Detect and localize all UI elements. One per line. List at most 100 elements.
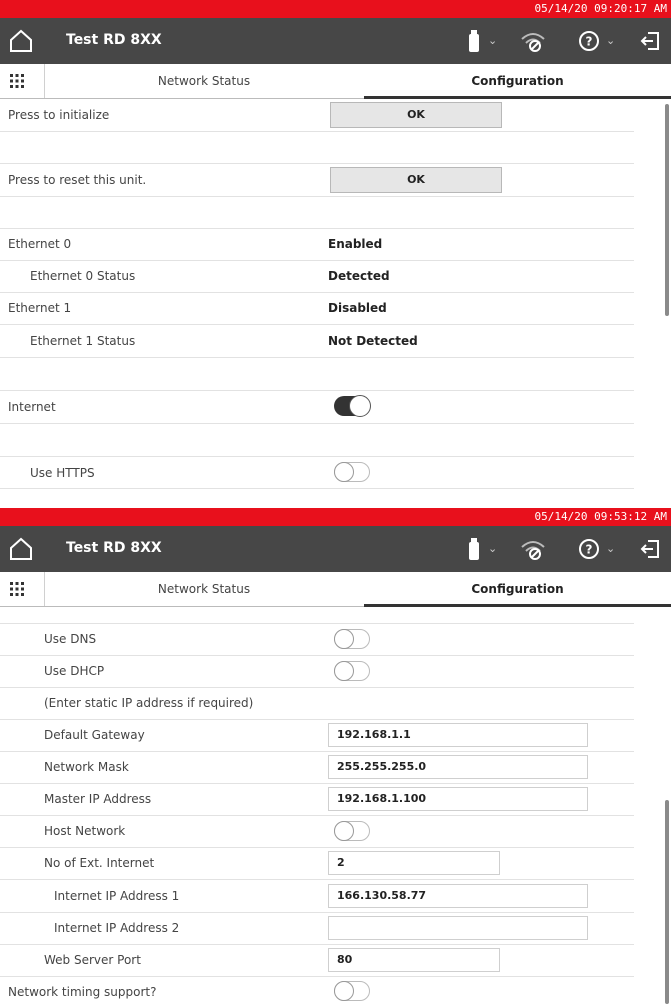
- app-header: Test RD 8XX ⌄ ? ⌄: [0, 18, 671, 64]
- dns-toggle[interactable]: [334, 629, 370, 649]
- help-icon[interactable]: ?: [578, 30, 600, 52]
- list-item: Press to initialize OK: [0, 99, 634, 132]
- eth0-label: Ethernet 0: [8, 237, 72, 251]
- internet-label: Internet: [8, 400, 56, 414]
- chevron-down-icon[interactable]: ⌄: [488, 542, 497, 555]
- scrollbar[interactable]: [665, 104, 669, 316]
- help-icon[interactable]: ?: [578, 538, 600, 560]
- signal-off-icon[interactable]: [520, 538, 546, 560]
- tab-configuration-label: Configuration: [471, 74, 564, 88]
- master-ip-input[interactable]: 192.168.1.100: [328, 787, 588, 811]
- eth1-status-value: Not Detected: [328, 334, 418, 348]
- list-item: Master IP Address 192.168.1.100: [0, 783, 634, 816]
- home-icon[interactable]: [8, 29, 34, 53]
- list-item: Use DNS: [0, 623, 634, 656]
- app-header: Test RD 8XX ⌄ ? ⌄: [0, 526, 671, 572]
- usb-icon[interactable]: [469, 30, 479, 52]
- dhcp-label: Use DHCP: [44, 664, 105, 678]
- list-item-spacer: [0, 131, 634, 164]
- ext-internet-input[interactable]: 2: [328, 851, 500, 875]
- list-item-spacer: [0, 196, 634, 229]
- list-item: Ethernet 0 Enabled: [0, 228, 634, 261]
- usb-icon[interactable]: [469, 538, 479, 560]
- grid-menu-icon[interactable]: [10, 74, 24, 88]
- dhcp-toggle[interactable]: [334, 661, 370, 681]
- tab-configuration[interactable]: Configuration: [364, 64, 671, 99]
- svg-text:?: ?: [586, 543, 593, 557]
- list-item: Press to reset this unit. OK: [0, 163, 634, 197]
- list-item: Ethernet 0 Status Detected: [0, 260, 634, 293]
- signal-off-icon[interactable]: [520, 30, 546, 52]
- list-item: No of Ext. Internet 2: [0, 847, 634, 880]
- ext-internet-label: No of Ext. Internet: [44, 856, 155, 870]
- internet-ip1-label: Internet IP Address 1: [54, 889, 180, 903]
- list-item: Internet: [0, 390, 634, 424]
- tab-bar: Network Status Configuration: [0, 572, 671, 607]
- tab-network-status[interactable]: Network Status: [44, 572, 364, 606]
- chevron-down-icon[interactable]: ⌄: [606, 542, 615, 555]
- list-item: Ethernet 1 Status Not Detected: [0, 324, 634, 358]
- eth1-value: Disabled: [328, 301, 387, 315]
- timing-label: Network timing support?: [8, 985, 157, 999]
- timing-toggle[interactable]: [334, 981, 370, 1001]
- mask-input[interactable]: 255.255.255.0: [328, 755, 588, 779]
- scrollbar[interactable]: [665, 800, 669, 1004]
- internet-ip1-input[interactable]: 166.130.58.77: [328, 884, 588, 908]
- master-ip-label: Master IP Address: [44, 792, 152, 806]
- dns-label: Use DNS: [44, 632, 97, 646]
- internet-ip2-input[interactable]: [328, 916, 588, 940]
- home-icon[interactable]: [8, 537, 34, 561]
- list-item: Network Mask 255.255.255.0: [0, 751, 634, 784]
- list-item: Web Server Port 80: [0, 944, 634, 977]
- chevron-down-icon[interactable]: ⌄: [606, 34, 615, 47]
- web-port-label: Web Server Port: [44, 953, 141, 967]
- mask-label: Network Mask: [44, 760, 129, 774]
- list-item: Internet IP Address 2: [0, 912, 634, 945]
- tab-configuration[interactable]: Configuration: [364, 572, 671, 607]
- exit-icon[interactable]: [640, 30, 660, 52]
- list-item: Host Network: [0, 815, 634, 848]
- tab-network-status[interactable]: Network Status: [44, 64, 364, 98]
- device-title: Test RD 8XX: [66, 540, 162, 556]
- host-network-toggle[interactable]: [334, 821, 370, 841]
- host-network-label: Host Network: [44, 824, 126, 838]
- screen-bottom: 05/14/20 09:53:12 AM Test RD 8XX ⌄ ? ⌄ N…: [0, 508, 671, 1004]
- tab-configuration-label: Configuration: [471, 582, 564, 596]
- eth0-status-label: Ethernet 0 Status: [30, 269, 136, 283]
- gateway-input[interactable]: 192.168.1.1: [328, 723, 588, 747]
- list-item: (Enter static IP address if required): [0, 687, 634, 720]
- list-item: Ethernet 1 Disabled: [0, 292, 634, 325]
- list-item-spacer: [0, 357, 634, 391]
- list-item-spacer: [0, 607, 634, 624]
- gateway-label: Default Gateway: [44, 728, 145, 742]
- exit-icon[interactable]: [640, 538, 660, 560]
- web-port-input[interactable]: 80: [328, 948, 500, 972]
- https-toggle[interactable]: [334, 462, 370, 482]
- eth1-label: Ethernet 1: [8, 301, 72, 315]
- static-ip-note: (Enter static IP address if required): [44, 696, 254, 710]
- device-title: Test RD 8XX: [66, 32, 162, 48]
- status-datetime: 05/14/20 09:20:17 AM: [0, 0, 671, 18]
- list-item: Default Gateway 192.168.1.1: [0, 719, 634, 752]
- grid-menu-icon[interactable]: [10, 582, 24, 596]
- list-item: Use DHCP: [0, 655, 634, 688]
- reset-ok-button[interactable]: OK: [330, 167, 502, 193]
- tab-bar: Network Status Configuration: [0, 64, 671, 99]
- list-item: Use HTTPS: [0, 456, 634, 489]
- reset-label: Press to reset this unit.: [8, 173, 147, 187]
- eth0-value: Enabled: [328, 237, 383, 251]
- internet-toggle[interactable]: [334, 395, 371, 417]
- screen-top: 05/14/20 09:20:17 AM Test RD 8XX ⌄ ? ⌄ N…: [0, 0, 671, 502]
- list-item-spacer: [0, 423, 634, 457]
- eth0-status-value: Detected: [328, 269, 390, 283]
- svg-text:?: ?: [586, 35, 593, 49]
- init-label: Press to initialize: [8, 108, 110, 122]
- initialize-ok-button[interactable]: OK: [330, 102, 502, 128]
- list-item: Internet IP Address 1 166.130.58.77: [0, 879, 634, 913]
- eth1-status-label: Ethernet 1 Status: [30, 334, 136, 348]
- chevron-down-icon[interactable]: ⌄: [488, 34, 497, 47]
- https-label: Use HTTPS: [30, 466, 95, 480]
- internet-ip2-label: Internet IP Address 2: [54, 921, 180, 935]
- list-item: Network timing support?: [0, 976, 634, 1004]
- status-datetime: 05/14/20 09:53:12 AM: [0, 508, 671, 526]
